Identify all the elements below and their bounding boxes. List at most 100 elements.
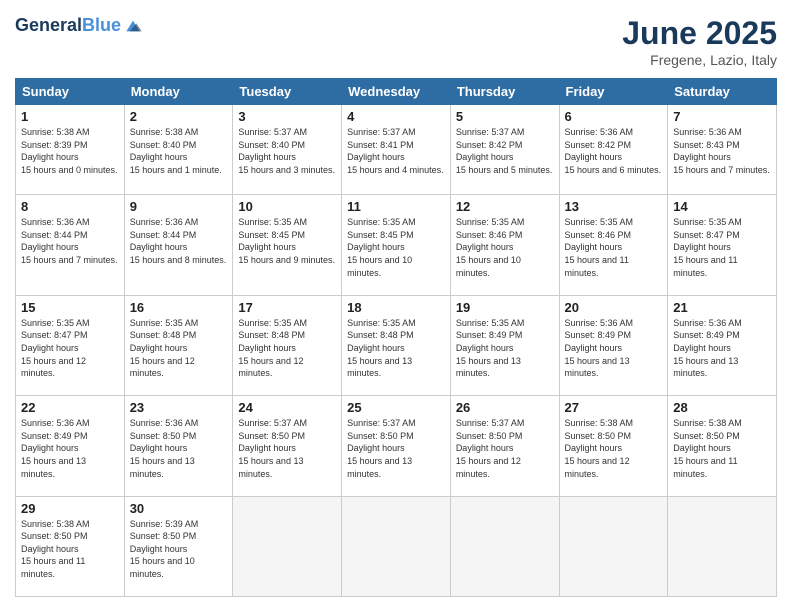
day-info: Sunrise: 5:35 AM Sunset: 8:48 PM Dayligh… bbox=[130, 317, 228, 380]
day-number: 12 bbox=[456, 199, 554, 214]
day-number: 20 bbox=[565, 300, 663, 315]
calendar-cell: 6 Sunrise: 5:36 AM Sunset: 8:42 PM Dayli… bbox=[559, 105, 668, 195]
calendar-cell: 13 Sunrise: 5:35 AM Sunset: 8:46 PM Dayl… bbox=[559, 195, 668, 295]
day-info: Sunrise: 5:35 AM Sunset: 8:46 PM Dayligh… bbox=[565, 216, 663, 279]
day-header-saturday: Saturday bbox=[668, 79, 777, 105]
calendar-cell: 2 Sunrise: 5:38 AM Sunset: 8:40 PM Dayli… bbox=[124, 105, 233, 195]
calendar-cell: 8 Sunrise: 5:36 AM Sunset: 8:44 PM Dayli… bbox=[16, 195, 125, 295]
day-number: 27 bbox=[565, 400, 663, 415]
calendar-cell: 12 Sunrise: 5:35 AM Sunset: 8:46 PM Dayl… bbox=[450, 195, 559, 295]
calendar-cell bbox=[668, 496, 777, 596]
day-info: Sunrise: 5:38 AM Sunset: 8:50 PM Dayligh… bbox=[565, 417, 663, 480]
day-info: Sunrise: 5:36 AM Sunset: 8:43 PM Dayligh… bbox=[673, 126, 771, 176]
day-info: Sunrise: 5:35 AM Sunset: 8:48 PM Dayligh… bbox=[347, 317, 445, 380]
day-number: 18 bbox=[347, 300, 445, 315]
day-number: 28 bbox=[673, 400, 771, 415]
calendar-cell: 4 Sunrise: 5:37 AM Sunset: 8:41 PM Dayli… bbox=[342, 105, 451, 195]
logo-text: GeneralBlue bbox=[15, 15, 121, 36]
day-info: Sunrise: 5:35 AM Sunset: 8:47 PM Dayligh… bbox=[21, 317, 119, 380]
calendar-cell: 1 Sunrise: 5:38 AM Sunset: 8:39 PM Dayli… bbox=[16, 105, 125, 195]
calendar-cell: 14 Sunrise: 5:35 AM Sunset: 8:47 PM Dayl… bbox=[668, 195, 777, 295]
calendar-cell: 23 Sunrise: 5:36 AM Sunset: 8:50 PM Dayl… bbox=[124, 396, 233, 496]
day-number: 29 bbox=[21, 501, 119, 516]
day-info: Sunrise: 5:37 AM Sunset: 8:42 PM Dayligh… bbox=[456, 126, 554, 176]
title-block: June 2025 Fregene, Lazio, Italy bbox=[622, 15, 777, 68]
week-row-3: 22 Sunrise: 5:36 AM Sunset: 8:49 PM Dayl… bbox=[16, 396, 777, 496]
day-number: 6 bbox=[565, 109, 663, 124]
day-header-thursday: Thursday bbox=[450, 79, 559, 105]
subtitle: Fregene, Lazio, Italy bbox=[622, 52, 777, 68]
day-info: Sunrise: 5:35 AM Sunset: 8:47 PM Dayligh… bbox=[673, 216, 771, 279]
day-header-tuesday: Tuesday bbox=[233, 79, 342, 105]
day-number: 16 bbox=[130, 300, 228, 315]
calendar-cell: 20 Sunrise: 5:36 AM Sunset: 8:49 PM Dayl… bbox=[559, 295, 668, 395]
day-number: 23 bbox=[130, 400, 228, 415]
calendar-cell: 5 Sunrise: 5:37 AM Sunset: 8:42 PM Dayli… bbox=[450, 105, 559, 195]
day-header-wednesday: Wednesday bbox=[342, 79, 451, 105]
logo: GeneralBlue bbox=[15, 15, 143, 36]
day-info: Sunrise: 5:37 AM Sunset: 8:50 PM Dayligh… bbox=[238, 417, 336, 480]
calendar-cell bbox=[450, 496, 559, 596]
calendar-cell: 27 Sunrise: 5:38 AM Sunset: 8:50 PM Dayl… bbox=[559, 396, 668, 496]
page: GeneralBlue June 2025 Fregene, Lazio, It… bbox=[0, 0, 792, 612]
calendar-cell: 7 Sunrise: 5:36 AM Sunset: 8:43 PM Dayli… bbox=[668, 105, 777, 195]
week-row-2: 15 Sunrise: 5:35 AM Sunset: 8:47 PM Dayl… bbox=[16, 295, 777, 395]
day-number: 2 bbox=[130, 109, 228, 124]
logo-icon bbox=[123, 16, 143, 36]
day-info: Sunrise: 5:38 AM Sunset: 8:50 PM Dayligh… bbox=[673, 417, 771, 480]
day-info: Sunrise: 5:37 AM Sunset: 8:40 PM Dayligh… bbox=[238, 126, 336, 176]
day-info: Sunrise: 5:38 AM Sunset: 8:40 PM Dayligh… bbox=[130, 126, 228, 176]
week-row-1: 8 Sunrise: 5:36 AM Sunset: 8:44 PM Dayli… bbox=[16, 195, 777, 295]
day-info: Sunrise: 5:36 AM Sunset: 8:42 PM Dayligh… bbox=[565, 126, 663, 176]
day-number: 14 bbox=[673, 199, 771, 214]
day-header-monday: Monday bbox=[124, 79, 233, 105]
day-number: 10 bbox=[238, 199, 336, 214]
calendar-cell: 9 Sunrise: 5:36 AM Sunset: 8:44 PM Dayli… bbox=[124, 195, 233, 295]
day-info: Sunrise: 5:38 AM Sunset: 8:39 PM Dayligh… bbox=[21, 126, 119, 176]
day-info: Sunrise: 5:35 AM Sunset: 8:46 PM Dayligh… bbox=[456, 216, 554, 279]
calendar-cell: 30 Sunrise: 5:39 AM Sunset: 8:50 PM Dayl… bbox=[124, 496, 233, 596]
day-number: 5 bbox=[456, 109, 554, 124]
calendar-cell: 3 Sunrise: 5:37 AM Sunset: 8:40 PM Dayli… bbox=[233, 105, 342, 195]
header: GeneralBlue June 2025 Fregene, Lazio, It… bbox=[15, 15, 777, 68]
calendar-cell: 17 Sunrise: 5:35 AM Sunset: 8:48 PM Dayl… bbox=[233, 295, 342, 395]
calendar-cell: 26 Sunrise: 5:37 AM Sunset: 8:50 PM Dayl… bbox=[450, 396, 559, 496]
day-number: 9 bbox=[130, 199, 228, 214]
calendar-cell: 24 Sunrise: 5:37 AM Sunset: 8:50 PM Dayl… bbox=[233, 396, 342, 496]
calendar-cell: 18 Sunrise: 5:35 AM Sunset: 8:48 PM Dayl… bbox=[342, 295, 451, 395]
day-info: Sunrise: 5:36 AM Sunset: 8:44 PM Dayligh… bbox=[21, 216, 119, 266]
day-number: 15 bbox=[21, 300, 119, 315]
calendar-cell: 11 Sunrise: 5:35 AM Sunset: 8:45 PM Dayl… bbox=[342, 195, 451, 295]
day-number: 8 bbox=[21, 199, 119, 214]
calendar-cell bbox=[342, 496, 451, 596]
calendar-table: SundayMondayTuesdayWednesdayThursdayFrid… bbox=[15, 78, 777, 597]
calendar-cell: 15 Sunrise: 5:35 AM Sunset: 8:47 PM Dayl… bbox=[16, 295, 125, 395]
day-info: Sunrise: 5:38 AM Sunset: 8:50 PM Dayligh… bbox=[21, 518, 119, 581]
day-number: 25 bbox=[347, 400, 445, 415]
day-info: Sunrise: 5:37 AM Sunset: 8:50 PM Dayligh… bbox=[347, 417, 445, 480]
day-info: Sunrise: 5:35 AM Sunset: 8:45 PM Dayligh… bbox=[238, 216, 336, 266]
main-title: June 2025 bbox=[622, 15, 777, 52]
day-number: 17 bbox=[238, 300, 336, 315]
day-number: 3 bbox=[238, 109, 336, 124]
calendar-cell: 25 Sunrise: 5:37 AM Sunset: 8:50 PM Dayl… bbox=[342, 396, 451, 496]
day-number: 19 bbox=[456, 300, 554, 315]
day-info: Sunrise: 5:36 AM Sunset: 8:44 PM Dayligh… bbox=[130, 216, 228, 266]
day-number: 4 bbox=[347, 109, 445, 124]
day-number: 7 bbox=[673, 109, 771, 124]
day-info: Sunrise: 5:39 AM Sunset: 8:50 PM Dayligh… bbox=[130, 518, 228, 581]
day-number: 30 bbox=[130, 501, 228, 516]
calendar-cell: 29 Sunrise: 5:38 AM Sunset: 8:50 PM Dayl… bbox=[16, 496, 125, 596]
day-info: Sunrise: 5:36 AM Sunset: 8:49 PM Dayligh… bbox=[565, 317, 663, 380]
day-number: 21 bbox=[673, 300, 771, 315]
day-info: Sunrise: 5:35 AM Sunset: 8:45 PM Dayligh… bbox=[347, 216, 445, 279]
week-row-0: 1 Sunrise: 5:38 AM Sunset: 8:39 PM Dayli… bbox=[16, 105, 777, 195]
day-number: 13 bbox=[565, 199, 663, 214]
calendar-cell bbox=[559, 496, 668, 596]
day-number: 1 bbox=[21, 109, 119, 124]
day-info: Sunrise: 5:37 AM Sunset: 8:41 PM Dayligh… bbox=[347, 126, 445, 176]
day-header-friday: Friday bbox=[559, 79, 668, 105]
day-header-sunday: Sunday bbox=[16, 79, 125, 105]
day-info: Sunrise: 5:35 AM Sunset: 8:49 PM Dayligh… bbox=[456, 317, 554, 380]
day-number: 26 bbox=[456, 400, 554, 415]
